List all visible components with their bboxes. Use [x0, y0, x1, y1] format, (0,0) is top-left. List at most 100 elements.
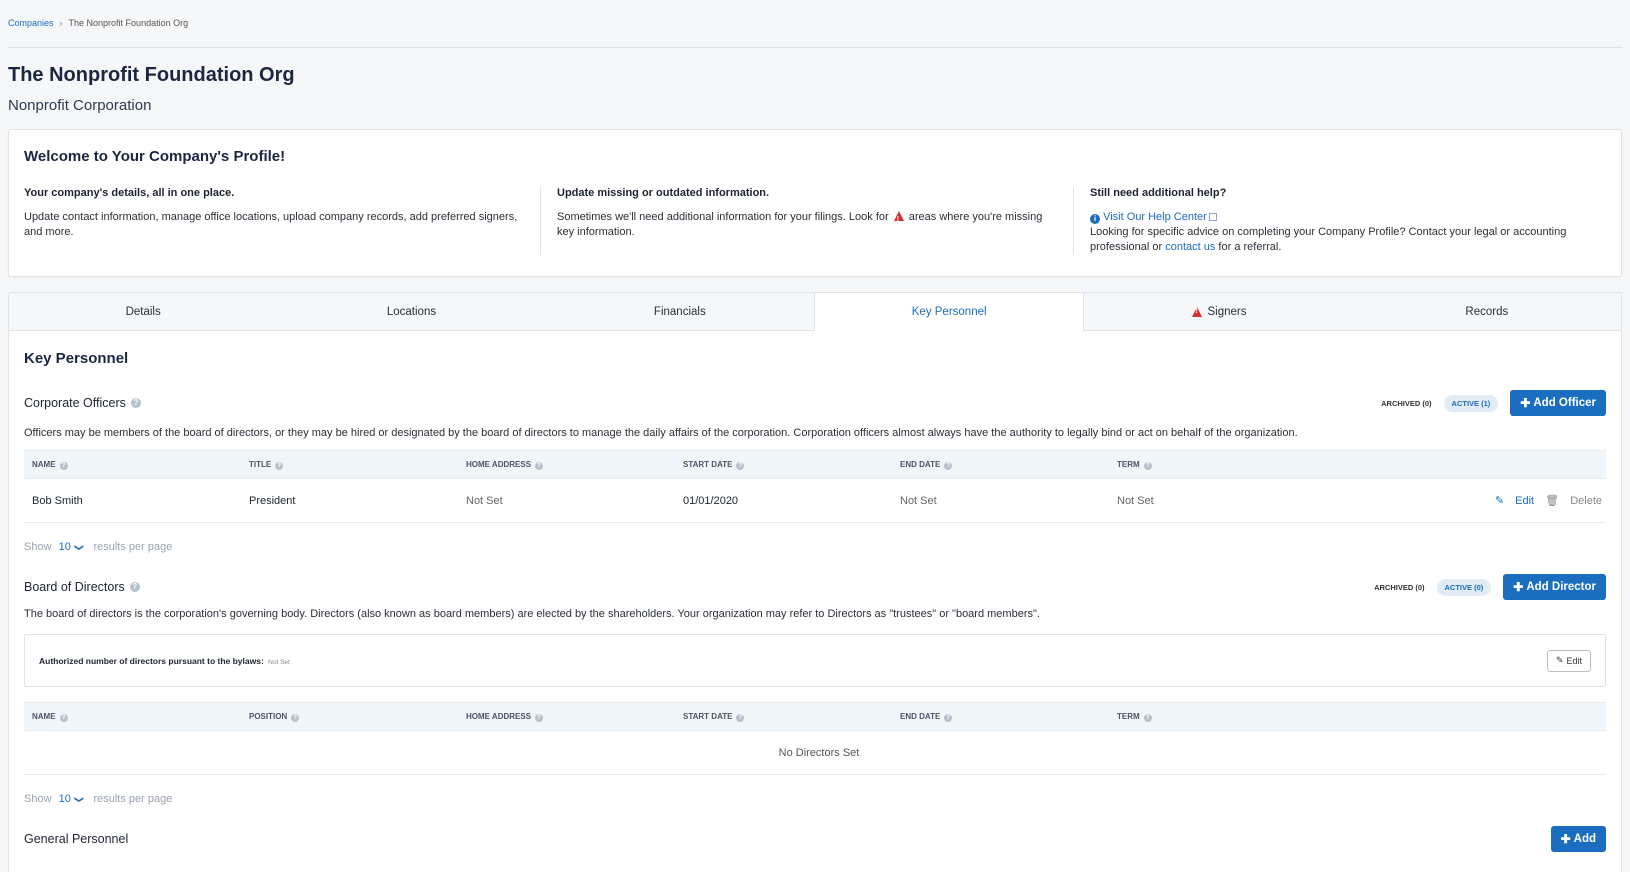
- col-term: TERM?: [1109, 702, 1326, 731]
- welcome-col1-text: Update contact information, manage offic…: [24, 211, 518, 238]
- welcome-col1-heading: Your company's details, all in one place…: [24, 187, 235, 199]
- pencil-icon: ✎: [1555, 655, 1564, 665]
- welcome-card: Welcome to Your Company's Profile! Your …: [8, 129, 1622, 277]
- help-question-icon[interactable]: ?: [129, 582, 140, 592]
- officers-description: Officers may be members of the board of …: [24, 427, 1298, 439]
- col-end-date: END DATE?: [892, 702, 1109, 731]
- tab-bar: Details Locations Financials Key Personn…: [9, 293, 1621, 331]
- profile-panel: Details Locations Financials Key Personn…: [8, 292, 1622, 872]
- officer-term: Not Set: [1109, 478, 1326, 523]
- tab-details[interactable]: Details: [9, 293, 277, 330]
- tab-signers-label: Signers: [1207, 305, 1247, 318]
- officers-header: Corporate Officers ? ARCHIVED (0) ACTIVE…: [24, 390, 1606, 416]
- results-per-page-select[interactable]: 10: [59, 793, 71, 805]
- help-question-icon[interactable]: ?: [736, 461, 745, 470]
- contact-us-link[interactable]: contact us: [1165, 241, 1215, 253]
- section-title: Key Personnel: [24, 350, 129, 367]
- directors-description: The board of directors is the corporatio…: [24, 608, 1040, 620]
- col-start-date: START DATE?: [675, 450, 892, 479]
- directors-pagination: Show 10 ❯ results per page: [24, 793, 173, 805]
- add-general-button[interactable]: ✚ Add: [1550, 826, 1606, 852]
- plus-icon: ✚: [1560, 832, 1571, 846]
- col-start-date: START DATE?: [675, 702, 892, 731]
- tab-financials[interactable]: Financials: [546, 293, 814, 330]
- welcome-col3-heading: Still need additional help?: [1090, 187, 1227, 199]
- tab-key-personnel[interactable]: Key Personnel: [813, 293, 1085, 331]
- welcome-title: Welcome to Your Company's Profile!: [24, 148, 286, 165]
- col-name: NAME?: [24, 450, 241, 479]
- welcome-col-details: Your company's details, all in one place…: [24, 187, 540, 255]
- officers-table: NAME? TITLE? HOME ADDRESS? START DATE? E…: [24, 450, 1606, 523]
- breadcrumb: Companies › The Nonprofit Foundation Org: [8, 0, 1622, 48]
- officers-pagination: Show 10 ❯ results per page: [24, 541, 173, 553]
- welcome-col3-text-before: Looking for specific advice on completin…: [1090, 226, 1567, 253]
- chevron-down-icon[interactable]: ❯: [73, 796, 84, 804]
- authorized-directors-box: Authorized number of directors pursuant …: [24, 634, 1606, 687]
- tab-locations[interactable]: Locations: [277, 293, 545, 330]
- help-question-icon[interactable]: ?: [1143, 461, 1152, 470]
- chevron-down-icon[interactable]: ❯: [73, 544, 84, 552]
- officer-title: President: [241, 478, 458, 523]
- add-director-button[interactable]: ✚ Add Director: [1503, 574, 1606, 600]
- info-icon: i: [1090, 214, 1100, 224]
- col-term: TERM?: [1109, 450, 1326, 479]
- company-type: Nonprofit Corporation: [8, 97, 152, 114]
- directors-header: Board of Directors ? ARCHIVED (0) ACTIVE…: [24, 574, 1606, 600]
- welcome-col2-text-before: Sometimes we'll need additional informat…: [557, 211, 889, 223]
- general-header: General Personnel ✚ Add: [24, 826, 1606, 852]
- directors-active-filter[interactable]: ACTIVE (0): [1436, 578, 1492, 596]
- help-question-icon[interactable]: ?: [130, 398, 141, 408]
- col-home-address: HOME ADDRESS?: [458, 450, 675, 479]
- help-question-icon[interactable]: ?: [291, 713, 300, 722]
- welcome-col-missing: Update missing or outdated information. …: [540, 187, 1073, 255]
- plus-icon: ✚: [1513, 580, 1524, 594]
- officer-start-date: 01/01/2020: [675, 478, 892, 523]
- help-question-icon[interactable]: ?: [59, 461, 68, 470]
- col-home-address: HOME ADDRESS?: [458, 702, 675, 731]
- officer-end-date: Not Set: [892, 478, 1109, 523]
- welcome-col3-text-after: for a referral.: [1218, 241, 1282, 253]
- breadcrumb-current: The Nonprofit Foundation Org: [68, 17, 189, 28]
- help-question-icon[interactable]: ?: [275, 461, 284, 470]
- officer-name: Bob Smith: [24, 478, 241, 523]
- help-question-icon[interactable]: ?: [535, 713, 544, 722]
- col-title: TITLE?: [241, 450, 458, 479]
- welcome-col2-heading: Update missing or outdated information.: [557, 187, 770, 199]
- officers-archived-filter[interactable]: ARCHIVED (0): [1381, 399, 1431, 408]
- breadcrumb-chevron-icon: ›: [59, 17, 63, 28]
- help-question-icon[interactable]: ?: [59, 713, 68, 722]
- col-end-date: END DATE?: [892, 450, 1109, 479]
- results-per-page-select[interactable]: 10: [59, 541, 71, 553]
- col-position: POSITION?: [241, 702, 458, 731]
- help-question-icon[interactable]: ?: [944, 461, 953, 470]
- tab-records[interactable]: Records: [1353, 293, 1621, 330]
- add-officer-button[interactable]: ✚ Add Officer: [1510, 390, 1606, 416]
- table-row: No Directors Set: [24, 730, 1606, 775]
- help-question-icon[interactable]: ?: [736, 713, 745, 722]
- help-question-icon[interactable]: ?: [535, 461, 544, 470]
- external-link-icon: [1208, 213, 1217, 221]
- company-name: The Nonprofit Foundation Org: [8, 64, 295, 86]
- help-center-link[interactable]: Visit Our Help Center: [1103, 211, 1207, 223]
- breadcrumb-companies-link[interactable]: Companies: [8, 18, 54, 28]
- edit-officer-link[interactable]: ✎ Edit: [1495, 495, 1534, 507]
- general-title: General Personnel: [24, 832, 129, 846]
- directors-archived-filter[interactable]: ARCHIVED (0): [1374, 583, 1424, 592]
- tab-signers[interactable]: Signers: [1084, 293, 1352, 330]
- delete-officer-link[interactable]: 🗑 Delete: [1545, 495, 1602, 507]
- officers-active-filter[interactable]: ACTIVE (1): [1443, 394, 1499, 412]
- plus-icon: ✚: [1520, 396, 1531, 410]
- help-question-icon[interactable]: ?: [1143, 713, 1152, 722]
- directors-empty-message: No Directors Set: [24, 730, 1606, 775]
- col-name: NAME?: [24, 702, 241, 731]
- welcome-col-help: Still need additional help? i Visit Our …: [1073, 187, 1606, 255]
- edit-authorized-button[interactable]: ✎ Edit: [1546, 649, 1591, 672]
- directors-title: Board of Directors: [24, 580, 125, 594]
- directors-table: NAME? POSITION? HOME ADDRESS? START DATE…: [24, 702, 1606, 775]
- table-row: Bob Smith President Not Set 01/01/2020 N…: [24, 478, 1606, 523]
- officer-address: Not Set: [458, 478, 675, 523]
- authorized-directors-label: Authorized number of directors pursuant …: [39, 655, 264, 666]
- page: Companies › The Nonprofit Foundation Org…: [0, 0, 1630, 872]
- help-question-icon[interactable]: ?: [944, 713, 953, 722]
- signers-warning-icon: [1192, 306, 1203, 317]
